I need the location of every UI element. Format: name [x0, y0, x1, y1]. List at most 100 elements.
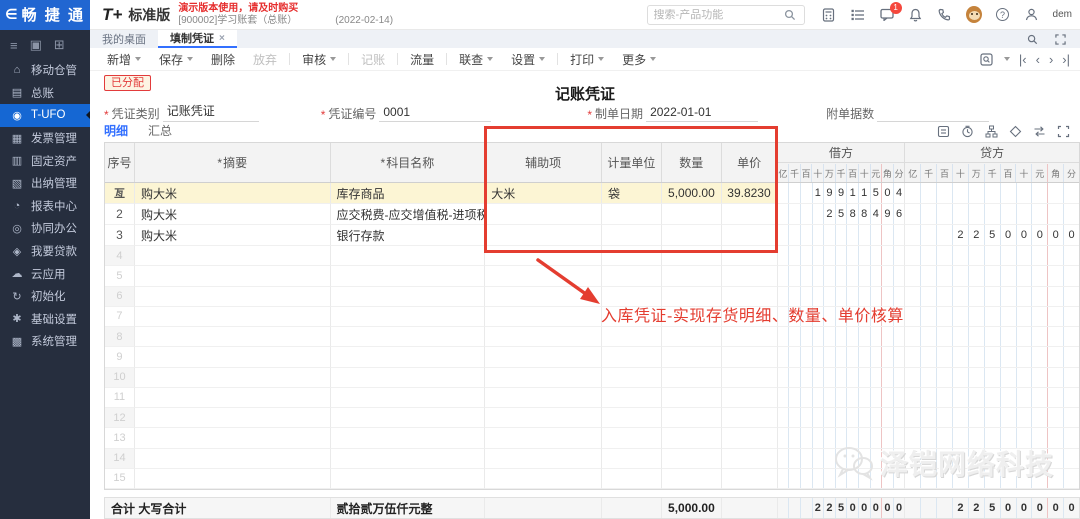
amount-credit-cells[interactable] [905, 327, 1079, 347]
cell-unit[interactable] [602, 225, 662, 246]
amount-debit-cells[interactable] [778, 347, 906, 367]
cell-empty[interactable] [485, 368, 602, 388]
cell-empty[interactable] [662, 469, 722, 489]
brand-logo[interactable]: ∈ 畅 捷 通 [0, 0, 90, 30]
cell-empty[interactable] [135, 266, 331, 286]
toolbar-button-审核[interactable]: 审核 [293, 51, 345, 68]
toolbar-button-保存[interactable]: 保存 [150, 51, 202, 68]
amount-debit-cells[interactable]: 2588496 [778, 204, 906, 225]
amount-credit-cells[interactable] [905, 347, 1079, 367]
voucher-row-2[interactable]: 2购大米应交税费-应交增值税-进项税额2588496 [105, 204, 1079, 225]
cell-empty[interactable] [602, 449, 662, 469]
calculator-icon[interactable] [821, 7, 837, 23]
amount-credit-cells[interactable] [905, 204, 1079, 225]
sidebar-item-基础设置[interactable]: ✱基础设置 [0, 308, 90, 331]
amount-debit-cells[interactable] [778, 266, 906, 286]
cell-empty[interactable] [331, 287, 486, 307]
toolbar-button-流量[interactable]: 流量 [401, 51, 443, 68]
cell-empty[interactable] [485, 327, 602, 347]
cell-empty[interactable] [662, 266, 722, 286]
cell-summary[interactable]: 购大米 [135, 204, 331, 225]
flow-chart-icon[interactable] [984, 124, 998, 138]
cell-empty[interactable] [722, 327, 778, 347]
sidebar-item-协同办公[interactable]: ◎协同办公 [0, 217, 90, 240]
cell-seq[interactable]: 7 [105, 307, 135, 327]
amount-credit-cells[interactable] [905, 266, 1079, 286]
cell-empty[interactable] [485, 287, 602, 307]
amount-debit-cells[interactable] [778, 368, 906, 388]
cell-empty[interactable] [485, 469, 602, 489]
cell-seq[interactable]: 12 [105, 408, 135, 428]
amount-debit-cells[interactable] [778, 449, 906, 469]
cell-empty[interactable] [662, 388, 722, 408]
cell-empty[interactable] [135, 347, 331, 367]
cell-seq[interactable]: 10 [105, 368, 135, 388]
cell-empty[interactable] [485, 449, 602, 469]
cell-empty[interactable] [135, 449, 331, 469]
cell-empty[interactable] [722, 469, 778, 489]
sidebar-item-固定资产[interactable]: ▥固定资产 [0, 149, 90, 172]
cell-empty[interactable] [135, 287, 331, 307]
cell-empty[interactable] [602, 347, 662, 367]
cell-empty[interactable] [602, 469, 662, 489]
mascot-monkey-icon[interactable] [966, 7, 982, 23]
amount-credit-cells[interactable] [905, 183, 1079, 204]
prev-voucher-button[interactable]: ‹ [1036, 53, 1040, 66]
cell-account[interactable]: 银行存款 [331, 225, 486, 246]
cell-empty[interactable] [602, 388, 662, 408]
cell-empty[interactable] [485, 266, 602, 286]
cell-empty[interactable] [602, 428, 662, 448]
tab-填制凭证[interactable]: 填制凭证× [158, 30, 237, 48]
cell-empty[interactable] [135, 327, 331, 347]
empty-row-9[interactable]: 9 [105, 347, 1079, 367]
cell-empty[interactable] [135, 428, 331, 448]
empty-row-5[interactable]: 5 [105, 266, 1079, 286]
field-value[interactable]: 2022-01-01 [646, 105, 758, 122]
cell-seq[interactable]: 亙 [105, 183, 135, 204]
cell-empty[interactable] [135, 408, 331, 428]
tab-我的桌面[interactable]: 我的桌面 [90, 30, 158, 48]
cell-qty[interactable] [662, 225, 722, 246]
cell-empty[interactable] [485, 428, 602, 448]
expand-grid-icon[interactable] [1056, 124, 1070, 138]
empty-row-10[interactable]: 10 [105, 368, 1079, 388]
cell-seq[interactable]: 6 [105, 287, 135, 307]
toolbar-button-新增[interactable]: 新增 [98, 51, 150, 68]
cell-qty[interactable] [662, 204, 722, 225]
amount-credit-cells[interactable]: 22500000 [905, 225, 1079, 246]
last-voucher-button[interactable]: ›| [1062, 53, 1070, 66]
cell-empty[interactable] [662, 246, 722, 266]
cell-empty[interactable] [331, 469, 486, 489]
empty-row-7[interactable]: 7 [105, 307, 1079, 327]
sidebar-item-初始化[interactable]: ↻初始化 [0, 285, 90, 308]
field-value[interactable]: 0001 [379, 105, 491, 122]
cell-empty[interactable] [331, 368, 486, 388]
cell-account[interactable]: 库存商品 [331, 183, 486, 204]
cell-empty[interactable] [722, 266, 778, 286]
empty-row-4[interactable]: 4 [105, 246, 1079, 266]
cell-empty[interactable] [602, 368, 662, 388]
sidebar-item-总账[interactable]: ▤总账 [0, 82, 90, 105]
voucher-row-3[interactable]: 3购大米银行存款22500000 [105, 225, 1079, 246]
amount-debit-cells[interactable] [778, 246, 906, 266]
toolbar-button-联查[interactable]: 联查 [450, 51, 502, 68]
cell-empty[interactable] [485, 347, 602, 367]
cell-empty[interactable] [662, 368, 722, 388]
bell-icon[interactable] [908, 7, 924, 23]
amount-debit-cells[interactable] [778, 388, 906, 408]
cell-empty[interactable] [135, 368, 331, 388]
cell-qty[interactable]: 5,000.00 [662, 183, 722, 204]
timer-icon[interactable] [960, 124, 974, 138]
cell-empty[interactable] [135, 307, 331, 327]
toolbar-button-设置[interactable]: 设置 [502, 51, 554, 68]
cell-empty[interactable] [722, 408, 778, 428]
amount-credit-cells[interactable] [905, 408, 1079, 428]
voucher-row-1[interactable]: 亙购大米库存商品大米袋5,000.0039.823019911504 [105, 183, 1079, 204]
empty-row-15[interactable]: 15 [105, 469, 1079, 489]
cell-seq[interactable]: 9 [105, 347, 135, 367]
cell-seq[interactable]: 5 [105, 266, 135, 286]
help-icon[interactable]: ? [995, 7, 1011, 23]
cell-empty[interactable] [602, 408, 662, 428]
amount-debit-cells[interactable]: 19911504 [778, 183, 906, 204]
cell-empty[interactable] [331, 388, 486, 408]
